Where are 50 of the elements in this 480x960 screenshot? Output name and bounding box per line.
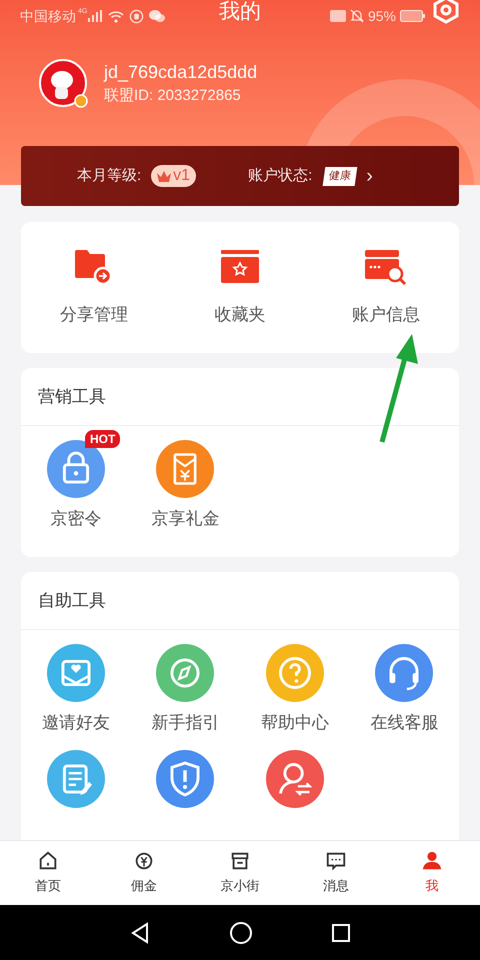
person-swap-icon[interactable] <box>266 750 324 808</box>
quick-action-button[interactable]: 收藏夹 <box>214 248 266 328</box>
wifi-icon <box>108 10 124 22</box>
status-badge: 健康 <box>322 166 358 186</box>
level-badge: v1 <box>151 165 196 187</box>
signal-icon <box>88 10 102 22</box>
tab-button[interactable]: 佣金 <box>96 841 192 905</box>
question-icon[interactable] <box>266 644 324 702</box>
note-pen-icon[interactable] <box>46 750 105 808</box>
home-icon <box>37 850 59 872</box>
level-label: 本月等级: <box>77 166 142 186</box>
tab-button[interactable]: 京小街 <box>192 841 288 905</box>
back-icon[interactable] <box>130 922 150 944</box>
page-title: 我的 <box>219 0 261 25</box>
recents-icon[interactable] <box>332 924 350 942</box>
username-text: jd_769cda12d5ddd <box>104 61 258 84</box>
battery-icon <box>400 10 426 22</box>
union-id-text: 联盟ID: 2033272865 <box>104 86 242 106</box>
quick-action-button[interactable]: 分享管理 <box>60 248 128 328</box>
compass-icon[interactable] <box>156 644 214 702</box>
tool-label[interactable]: 新手指引 <box>151 710 220 736</box>
shield-alert-icon[interactable] <box>156 750 214 808</box>
tool-label[interactable]: 邀请好友 <box>42 710 110 736</box>
tool-label[interactable]: 在线客服 <box>370 710 438 736</box>
level-bar[interactable]: 本月等级: v1 账户状态: 健康 › <box>21 146 459 206</box>
hot-badge: HOT <box>85 430 120 448</box>
section-title: 自助工具 <box>21 572 459 630</box>
chat-icon <box>149 9 166 23</box>
battery-text: 95% <box>368 6 396 26</box>
avatar-drawing <box>38 58 88 108</box>
chevron-icon[interactable]: › <box>366 161 373 191</box>
headset-icon[interactable] <box>375 644 434 702</box>
section-title: 营销工具 <box>21 368 459 426</box>
bell-muted-icon <box>350 9 364 23</box>
status-label: 账户状态: <box>248 166 312 186</box>
crown-icon <box>157 170 172 182</box>
storefront-icon <box>229 850 251 872</box>
card-search-icon <box>365 248 407 288</box>
home-button-icon[interactable] <box>230 922 252 944</box>
tab-button[interactable]: 我 <box>384 841 480 905</box>
tool-label[interactable]: 帮助中心 <box>260 710 329 736</box>
tool-label[interactable]: 京密令 <box>50 506 102 532</box>
tool-label[interactable]: 京享礼金 <box>151 506 220 532</box>
person-icon <box>421 850 443 872</box>
envelope-yen-icon[interactable] <box>156 440 214 498</box>
quick-action-button[interactable]: 账户信息 <box>352 248 420 328</box>
message-icon <box>325 850 347 872</box>
tab-button[interactable]: 首页 <box>0 841 96 905</box>
carrier-text: 中国移动 <box>20 6 76 26</box>
tab-button[interactable]: 消息 <box>288 841 384 905</box>
